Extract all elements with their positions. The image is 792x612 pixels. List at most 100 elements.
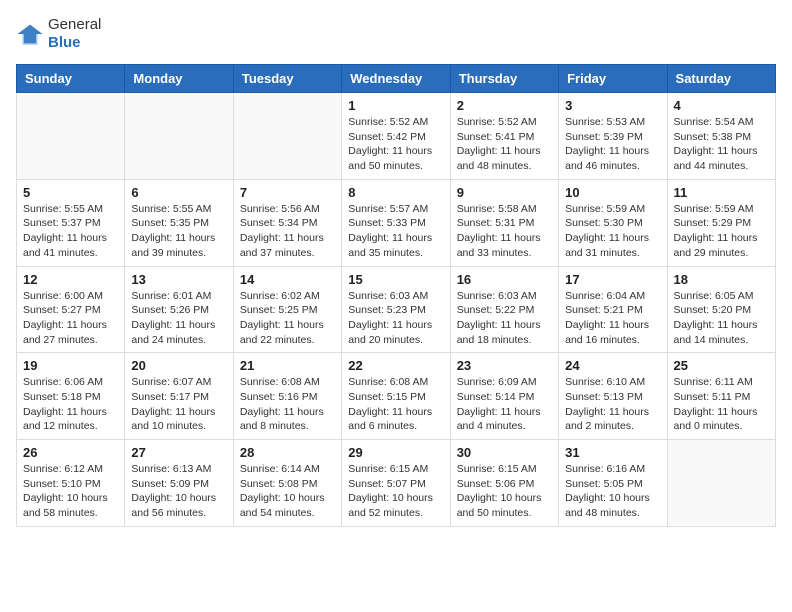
calendar-day-cell: 28 Sunrise: 6:14 AMSunset: 5:08 PMDayligh… bbox=[233, 440, 341, 527]
calendar-day-cell: 22 Sunrise: 6:08 AMSunset: 5:15 PMDayligh… bbox=[342, 353, 450, 440]
day-number: 27 bbox=[131, 445, 226, 460]
logo-general: General bbox=[48, 16, 101, 33]
day-info: Sunrise: 5:53 AMSunset: 5:39 PMDaylight:… bbox=[565, 115, 660, 174]
day-info: Sunrise: 6:12 AMSunset: 5:10 PMDaylight:… bbox=[23, 462, 118, 521]
calendar-day-cell: 17 Sunrise: 6:04 AMSunset: 5:21 PMDayligh… bbox=[559, 266, 667, 353]
day-number: 22 bbox=[348, 358, 443, 373]
calendar-day-cell: 18 Sunrise: 6:05 AMSunset: 5:20 PMDayligh… bbox=[667, 266, 775, 353]
day-number: 13 bbox=[131, 272, 226, 287]
calendar-week-row: 1 Sunrise: 5:52 AMSunset: 5:42 PMDaylight… bbox=[17, 93, 776, 180]
calendar-day-cell: 15 Sunrise: 6:03 AMSunset: 5:23 PMDayligh… bbox=[342, 266, 450, 353]
day-info: Sunrise: 5:58 AMSunset: 5:31 PMDaylight:… bbox=[457, 202, 552, 261]
logo-icon bbox=[16, 23, 44, 45]
calendar-day-cell: 20 Sunrise: 6:07 AMSunset: 5:17 PMDayligh… bbox=[125, 353, 233, 440]
day-info: Sunrise: 6:07 AMSunset: 5:17 PMDaylight:… bbox=[131, 375, 226, 434]
day-info: Sunrise: 6:14 AMSunset: 5:08 PMDaylight:… bbox=[240, 462, 335, 521]
logo: General Blue bbox=[16, 16, 101, 52]
day-info: Sunrise: 6:06 AMSunset: 5:18 PMDaylight:… bbox=[23, 375, 118, 434]
calendar-day-cell: 27 Sunrise: 6:13 AMSunset: 5:09 PMDayligh… bbox=[125, 440, 233, 527]
calendar-day-cell: 2 Sunrise: 5:52 AMSunset: 5:41 PMDaylight… bbox=[450, 93, 558, 180]
calendar-header-row: SundayMondayTuesdayWednesdayThursdayFrid… bbox=[17, 65, 776, 93]
day-info: Sunrise: 5:54 AMSunset: 5:38 PMDaylight:… bbox=[674, 115, 769, 174]
calendar-day-cell: 7 Sunrise: 5:56 AMSunset: 5:34 PMDaylight… bbox=[233, 179, 341, 266]
day-number: 20 bbox=[131, 358, 226, 373]
day-info: Sunrise: 5:56 AMSunset: 5:34 PMDaylight:… bbox=[240, 202, 335, 261]
day-info: Sunrise: 6:13 AMSunset: 5:09 PMDaylight:… bbox=[131, 462, 226, 521]
day-number: 15 bbox=[348, 272, 443, 287]
day-number: 1 bbox=[348, 98, 443, 113]
day-number: 28 bbox=[240, 445, 335, 460]
day-number: 26 bbox=[23, 445, 118, 460]
day-number: 4 bbox=[674, 98, 769, 113]
day-info: Sunrise: 6:11 AMSunset: 5:11 PMDaylight:… bbox=[674, 375, 769, 434]
calendar-day-cell: 3 Sunrise: 5:53 AMSunset: 5:39 PMDaylight… bbox=[559, 93, 667, 180]
day-number: 14 bbox=[240, 272, 335, 287]
calendar-day-cell: 12Sunrise: 6:00 AMSunset: 5:27 PMDayligh… bbox=[17, 266, 125, 353]
day-number: 6 bbox=[131, 185, 226, 200]
day-number: 7 bbox=[240, 185, 335, 200]
day-number: 18 bbox=[674, 272, 769, 287]
logo-blue: Blue bbox=[48, 34, 81, 51]
day-info: Sunrise: 5:52 AMSunset: 5:42 PMDaylight:… bbox=[348, 115, 443, 174]
day-info: Sunrise: 6:05 AMSunset: 5:20 PMDaylight:… bbox=[674, 289, 769, 348]
calendar-day-cell: 4 Sunrise: 5:54 AMSunset: 5:38 PMDaylight… bbox=[667, 93, 775, 180]
weekday-header: Thursday bbox=[450, 65, 558, 93]
calendar-day-cell: 21 Sunrise: 6:08 AMSunset: 5:16 PMDayligh… bbox=[233, 353, 341, 440]
calendar-week-row: 26 Sunrise: 6:12 AMSunset: 5:10 PMDayligh… bbox=[17, 440, 776, 527]
page-header: General Blue bbox=[16, 16, 776, 52]
calendar-day-cell bbox=[125, 93, 233, 180]
day-info: Sunrise: 5:57 AMSunset: 5:33 PMDaylight:… bbox=[348, 202, 443, 261]
day-info: Sunrise: 6:04 AMSunset: 5:21 PMDaylight:… bbox=[565, 289, 660, 348]
weekday-header: Monday bbox=[125, 65, 233, 93]
day-number: 9 bbox=[457, 185, 552, 200]
day-number: 3 bbox=[565, 98, 660, 113]
day-info: Sunrise: 6:15 AMSunset: 5:06 PMDaylight:… bbox=[457, 462, 552, 521]
day-number: 2 bbox=[457, 98, 552, 113]
day-number: 31 bbox=[565, 445, 660, 460]
calendar-day-cell bbox=[667, 440, 775, 527]
calendar-week-row: 5Sunrise: 5:55 AMSunset: 5:37 PMDaylight… bbox=[17, 179, 776, 266]
calendar-week-row: 19 Sunrise: 6:06 AMSunset: 5:18 PMDayligh… bbox=[17, 353, 776, 440]
calendar-day-cell: 24Sunrise: 6:10 AMSunset: 5:13 PMDayligh… bbox=[559, 353, 667, 440]
day-info: Sunrise: 6:09 AMSunset: 5:14 PMDaylight:… bbox=[457, 375, 552, 434]
day-number: 21 bbox=[240, 358, 335, 373]
day-info: Sunrise: 6:03 AMSunset: 5:23 PMDaylight:… bbox=[348, 289, 443, 348]
day-info: Sunrise: 6:03 AMSunset: 5:22 PMDaylight:… bbox=[457, 289, 552, 348]
calendar-day-cell: 10 Sunrise: 5:59 AMSunset: 5:30 PMDayligh… bbox=[559, 179, 667, 266]
day-number: 16 bbox=[457, 272, 552, 287]
calendar-week-row: 12Sunrise: 6:00 AMSunset: 5:27 PMDayligh… bbox=[17, 266, 776, 353]
day-info: Sunrise: 6:00 AMSunset: 5:27 PMDaylight:… bbox=[23, 289, 118, 348]
calendar-day-cell: 19 Sunrise: 6:06 AMSunset: 5:18 PMDayligh… bbox=[17, 353, 125, 440]
weekday-header: Wednesday bbox=[342, 65, 450, 93]
day-info: Sunrise: 6:15 AMSunset: 5:07 PMDaylight:… bbox=[348, 462, 443, 521]
day-number: 29 bbox=[348, 445, 443, 460]
calendar-table: SundayMondayTuesdayWednesdayThursdayFrid… bbox=[16, 64, 776, 527]
calendar-day-cell: 29 Sunrise: 6:15 AMSunset: 5:07 PMDayligh… bbox=[342, 440, 450, 527]
day-number: 24 bbox=[565, 358, 660, 373]
day-info: Sunrise: 5:55 AMSunset: 5:37 PMDaylight:… bbox=[23, 202, 118, 261]
weekday-header: Friday bbox=[559, 65, 667, 93]
weekday-header: Saturday bbox=[667, 65, 775, 93]
day-info: Sunrise: 6:02 AMSunset: 5:25 PMDaylight:… bbox=[240, 289, 335, 348]
day-info: Sunrise: 6:08 AMSunset: 5:16 PMDaylight:… bbox=[240, 375, 335, 434]
calendar-day-cell: 23 Sunrise: 6:09 AMSunset: 5:14 PMDayligh… bbox=[450, 353, 558, 440]
calendar-day-cell: 1 Sunrise: 5:52 AMSunset: 5:42 PMDaylight… bbox=[342, 93, 450, 180]
weekday-header: Tuesday bbox=[233, 65, 341, 93]
day-number: 10 bbox=[565, 185, 660, 200]
day-number: 25 bbox=[674, 358, 769, 373]
calendar-day-cell bbox=[17, 93, 125, 180]
day-number: 17 bbox=[565, 272, 660, 287]
day-info: Sunrise: 5:52 AMSunset: 5:41 PMDaylight:… bbox=[457, 115, 552, 174]
calendar-day-cell: 31Sunrise: 6:16 AMSunset: 5:05 PMDayligh… bbox=[559, 440, 667, 527]
calendar-day-cell: 14 Sunrise: 6:02 AMSunset: 5:25 PMDayligh… bbox=[233, 266, 341, 353]
calendar-day-cell: 5Sunrise: 5:55 AMSunset: 5:37 PMDaylight… bbox=[17, 179, 125, 266]
day-number: 19 bbox=[23, 358, 118, 373]
day-number: 23 bbox=[457, 358, 552, 373]
calendar-day-cell: 25 Sunrise: 6:11 AMSunset: 5:11 PMDayligh… bbox=[667, 353, 775, 440]
day-info: Sunrise: 6:08 AMSunset: 5:15 PMDaylight:… bbox=[348, 375, 443, 434]
day-info: Sunrise: 5:55 AMSunset: 5:35 PMDaylight:… bbox=[131, 202, 226, 261]
day-info: Sunrise: 5:59 AMSunset: 5:29 PMDaylight:… bbox=[674, 202, 769, 261]
calendar-day-cell: 16 Sunrise: 6:03 AMSunset: 5:22 PMDayligh… bbox=[450, 266, 558, 353]
calendar-day-cell: 13Sunrise: 6:01 AMSunset: 5:26 PMDayligh… bbox=[125, 266, 233, 353]
day-info: Sunrise: 5:59 AMSunset: 5:30 PMDaylight:… bbox=[565, 202, 660, 261]
